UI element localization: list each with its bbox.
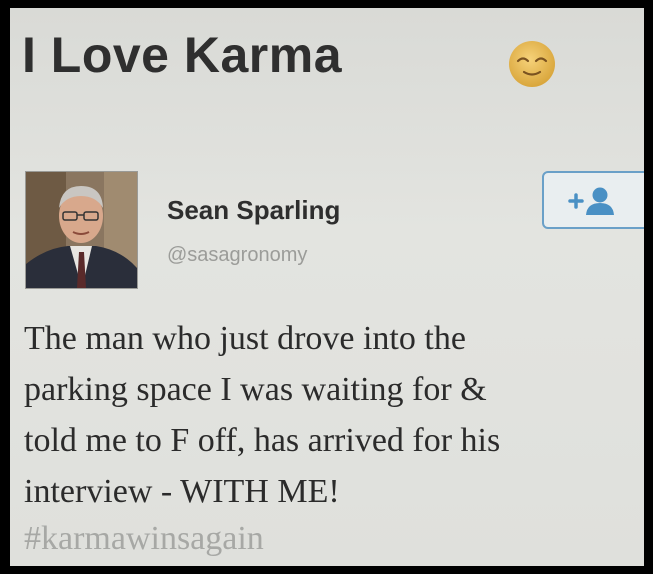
add-user-icon <box>568 187 614 215</box>
author-handle[interactable]: @sasagronomy <box>167 244 307 267</box>
tweet-line: The man who just drove into the <box>24 320 466 357</box>
relieved-face-emoji-icon <box>509 41 555 87</box>
tweet-line: told me to F off, has arrived for his <box>24 422 501 459</box>
tweet-text: The man who just drove into the parking … <box>24 313 644 517</box>
author-name[interactable]: Sean Sparling <box>167 195 340 226</box>
tweet-screenshot: I Love Karma Sean Sparling @sasagronomy … <box>10 8 644 566</box>
follow-button[interactable] <box>542 171 644 229</box>
tweet-line: parking space I was waiting for & <box>24 371 487 408</box>
hashtag-link[interactable]: #karmawinsagain <box>24 520 264 558</box>
tweet-line: interview - WITH ME! <box>24 473 340 510</box>
meme-title: I Love Karma <box>22 27 343 83</box>
author-avatar[interactable] <box>25 171 138 289</box>
